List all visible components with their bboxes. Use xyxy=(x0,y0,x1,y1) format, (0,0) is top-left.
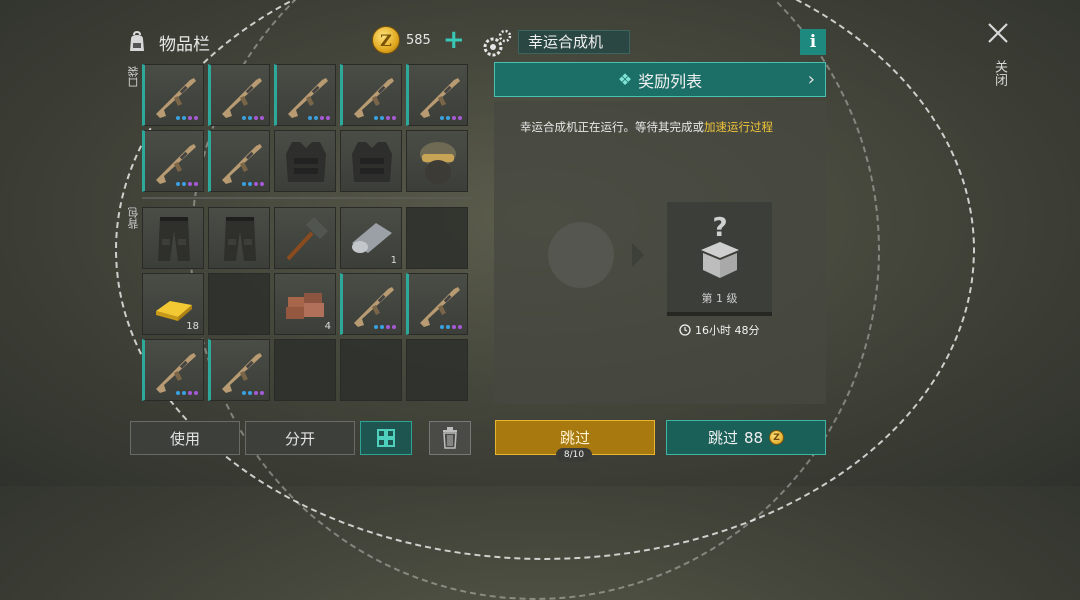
backpack-slot[interactable] xyxy=(340,339,402,401)
close-icon[interactable] xyxy=(985,20,1011,46)
input-slot[interactable] xyxy=(548,222,614,288)
backpack-slot[interactable] xyxy=(142,207,204,269)
backpack-slot[interactable] xyxy=(274,339,336,401)
backpack-slot[interactable]: 1 xyxy=(340,207,402,269)
trash-icon xyxy=(443,427,457,449)
pocket-slot[interactable] xyxy=(406,130,468,192)
pocket-slot[interactable] xyxy=(142,130,204,192)
attachment-dots xyxy=(176,116,198,120)
gear-icon xyxy=(483,29,512,57)
clock-icon xyxy=(679,324,691,336)
coin-count: 585 xyxy=(406,32,431,48)
attachment-dots xyxy=(176,391,198,395)
attachment-dots xyxy=(374,116,396,120)
close-label[interactable]: 关闭 xyxy=(990,60,1009,86)
backpack-slot[interactable] xyxy=(340,273,402,335)
reward-progress-strip xyxy=(667,312,772,316)
skip-paid-button[interactable]: 跳过 88 Z xyxy=(666,420,826,455)
attachment-dots xyxy=(374,325,396,329)
pocket-slot[interactable] xyxy=(340,64,402,126)
crafting-panel: 幸运合成机正在运行。等待其完成或加速运行过程 ? 第 1 级 16小时 48分 xyxy=(494,101,826,404)
info-button[interactable]: i xyxy=(800,29,826,55)
backpack-slot[interactable] xyxy=(208,273,270,335)
attachment-dots xyxy=(440,325,462,329)
attachment-dots xyxy=(176,182,198,186)
timer: 16小时 48分 xyxy=(679,322,760,338)
attachment-dots xyxy=(242,391,264,395)
machine-title: 幸运合成机 xyxy=(518,30,630,54)
backpack-slot[interactable] xyxy=(274,207,336,269)
svg-text:?: ? xyxy=(712,213,727,243)
pocket-grid xyxy=(142,64,468,192)
timer-text: 16小时 48分 xyxy=(695,324,760,337)
skip-count-badge: 8/10 xyxy=(556,448,592,462)
trash-button[interactable] xyxy=(429,421,471,455)
backpack-slot[interactable] xyxy=(142,339,204,401)
pocket-slot[interactable] xyxy=(340,130,402,192)
speed-up-link[interactable]: 加速运行过程 xyxy=(704,120,773,134)
pocket-label: 口袋 xyxy=(127,66,140,88)
attachment-dots xyxy=(440,116,462,120)
sort-button[interactable] xyxy=(360,421,412,455)
pocket-slot[interactable] xyxy=(208,64,270,126)
skip-paid-label: 跳过 xyxy=(707,429,738,447)
chevron-right-icon: › xyxy=(807,69,815,90)
reward-list-button[interactable]: ❖ 奖励列表 › xyxy=(494,62,826,97)
skip-paid-cost: 88 xyxy=(743,428,764,447)
backpack-grid: 1 18 4 xyxy=(142,207,468,401)
split-button[interactable]: 分开 xyxy=(245,421,355,455)
coin-icon: Z xyxy=(372,26,400,54)
reward-list-label: 奖励列表 xyxy=(638,71,703,91)
grid-sort-icon xyxy=(377,429,395,447)
mystery-box-icon: ? xyxy=(701,213,739,278)
item-quantity: 1 xyxy=(390,255,397,266)
backpack-slot[interactable] xyxy=(406,339,468,401)
pocket-slot[interactable] xyxy=(406,64,468,126)
reward-level: 第 1 级 xyxy=(701,292,738,305)
backpack-slot[interactable]: 18 xyxy=(142,273,204,335)
status-message: 幸运合成机正在运行。等待其完成或加速运行过程 xyxy=(520,119,773,135)
attachment-dots xyxy=(242,116,264,120)
attachment-dots xyxy=(308,116,330,120)
inventory-title: 物品栏 xyxy=(159,34,210,55)
coin-balance: Z 585 + xyxy=(372,26,465,54)
item-quantity: 4 xyxy=(324,321,331,332)
divider xyxy=(142,197,472,199)
attachment-dots xyxy=(242,182,264,186)
skip-free-label: 跳过 xyxy=(559,429,590,447)
backpack-slot[interactable] xyxy=(208,339,270,401)
backpack-icon xyxy=(130,30,144,51)
status-text: 幸运合成机正在运行。等待其完成或 xyxy=(520,120,704,134)
pocket-slot[interactable] xyxy=(274,64,336,126)
item-quantity: 18 xyxy=(186,321,199,332)
use-button[interactable]: 使用 xyxy=(130,421,240,455)
reward-card[interactable]: ? 第 1 级 xyxy=(667,202,772,312)
backpack-slot[interactable] xyxy=(406,273,468,335)
pocket-slot[interactable] xyxy=(142,64,204,126)
pocket-slot[interactable] xyxy=(208,130,270,192)
backpack-slot[interactable] xyxy=(208,207,270,269)
coin-icon: Z xyxy=(769,430,785,445)
pocket-slot[interactable] xyxy=(274,130,336,192)
arrow-right-icon xyxy=(632,243,644,267)
backpack-slot[interactable] xyxy=(406,207,468,269)
backpack-slot[interactable]: 4 xyxy=(274,273,336,335)
backpack-label: 背包 xyxy=(127,207,140,229)
add-coins-button[interactable]: + xyxy=(443,27,465,53)
inventory-header: 物品栏 xyxy=(125,28,210,56)
gift-box-icon: ❖ xyxy=(617,70,633,89)
